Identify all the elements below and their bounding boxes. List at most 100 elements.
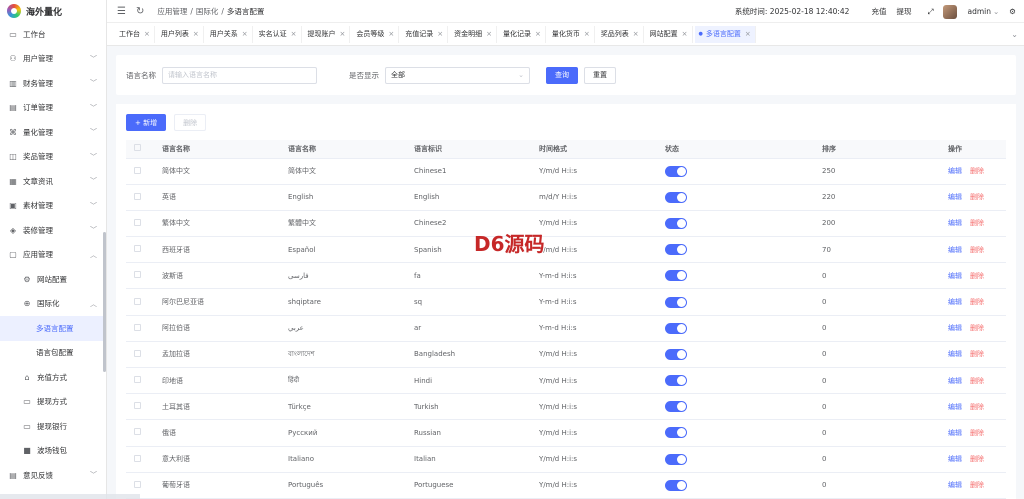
- sidebar-item[interactable]: ⌂ 充值方式: [0, 365, 106, 390]
- tab[interactable]: 网站配置 ×: [646, 25, 693, 43]
- row-checkbox[interactable]: [134, 271, 141, 279]
- tab[interactable]: 奖品列表 ×: [597, 25, 644, 43]
- delete-link[interactable]: 删除: [970, 455, 984, 463]
- close-icon[interactable]: ×: [535, 30, 541, 38]
- withdraw-link[interactable]: 提现: [896, 6, 911, 17]
- tab[interactable]: 用户列表 ×: [157, 25, 204, 43]
- sidebar-item[interactable]: ◈ 装修管理 ﹀: [0, 218, 106, 243]
- row-checkbox[interactable]: [134, 166, 141, 174]
- sidebar-item[interactable]: 语言包配置: [0, 341, 106, 366]
- status-toggle[interactable]: [665, 401, 687, 413]
- avatar[interactable]: [943, 4, 958, 19]
- breadcrumb-item[interactable]: 国际化: [196, 7, 219, 16]
- select-all-checkbox[interactable]: [134, 144, 141, 152]
- edit-link[interactable]: 编辑: [948, 455, 962, 463]
- reset-button[interactable]: 重置: [584, 66, 616, 84]
- tab[interactable]: 工作台 ×: [115, 25, 155, 43]
- edit-link[interactable]: 编辑: [948, 246, 962, 254]
- status-toggle[interactable]: [665, 191, 687, 203]
- delete-link[interactable]: 删除: [970, 403, 984, 411]
- edit-link[interactable]: 编辑: [948, 219, 962, 227]
- sidebar-item[interactable]: ◫ 奖品管理 ﹀: [0, 145, 106, 170]
- tab[interactable]: ● 多语言配置 ×: [694, 25, 756, 43]
- row-checkbox[interactable]: [134, 218, 141, 226]
- delete-link[interactable]: 删除: [970, 481, 984, 489]
- sidebar-item[interactable]: ▢ 应用管理 ︿: [0, 243, 106, 268]
- status-toggle[interactable]: [665, 322, 687, 334]
- row-checkbox[interactable]: [134, 297, 141, 305]
- tab[interactable]: 用户关系 ×: [206, 25, 253, 43]
- edit-link[interactable]: 编辑: [948, 167, 962, 175]
- edit-link[interactable]: 编辑: [948, 350, 962, 358]
- batch-delete-button[interactable]: 删除: [174, 114, 207, 131]
- edit-link[interactable]: 编辑: [948, 298, 962, 306]
- delete-link[interactable]: 删除: [970, 219, 984, 227]
- tab[interactable]: 提现账户 ×: [304, 25, 351, 43]
- edit-link[interactable]: 编辑: [948, 324, 962, 332]
- fullscreen-icon[interactable]: ⤢: [927, 7, 933, 17]
- sidebar-item[interactable]: ▭ 工作台: [0, 22, 106, 47]
- delete-link[interactable]: 删除: [970, 272, 984, 280]
- close-icon[interactable]: ×: [437, 30, 443, 38]
- row-checkbox[interactable]: [134, 349, 141, 357]
- status-toggle[interactable]: [665, 165, 687, 177]
- status-toggle[interactable]: [665, 217, 687, 229]
- close-icon[interactable]: ×: [745, 30, 751, 38]
- close-icon[interactable]: ×: [388, 30, 394, 38]
- delete-link[interactable]: 删除: [970, 429, 984, 437]
- sidebar-item[interactable]: ▦ 文章资讯 ﹀: [0, 169, 106, 194]
- sidebar-item[interactable]: ▭ 提现方式: [0, 390, 106, 415]
- status-toggle[interactable]: [665, 296, 687, 308]
- edit-link[interactable]: 编辑: [948, 272, 962, 280]
- show-filter-select[interactable]: 全部 ⌄: [385, 66, 530, 84]
- row-checkbox[interactable]: [134, 428, 141, 436]
- delete-link[interactable]: 删除: [970, 246, 984, 254]
- tab[interactable]: 量化货币 ×: [548, 25, 595, 43]
- edit-link[interactable]: 编辑: [948, 193, 962, 201]
- status-toggle[interactable]: [665, 427, 687, 439]
- name-filter-input[interactable]: 请输入语言名称: [162, 66, 317, 84]
- sidebar-item[interactable]: ▥ 财务管理 ﹀: [0, 71, 106, 96]
- status-toggle[interactable]: [665, 244, 687, 256]
- sidebar-item[interactable]: 多语言配置: [0, 316, 106, 341]
- row-checkbox[interactable]: [134, 245, 141, 253]
- delete-link[interactable]: 删除: [970, 324, 984, 332]
- sidebar-item[interactable]: ⚙ 网站配置: [0, 267, 106, 292]
- tab[interactable]: 量化记录 ×: [499, 25, 546, 43]
- close-icon[interactable]: ×: [584, 30, 590, 38]
- tab[interactable]: 会员等级 ×: [352, 25, 400, 43]
- edit-link[interactable]: 编辑: [948, 377, 962, 385]
- tab[interactable]: 充值记录 ×: [401, 25, 449, 43]
- row-checkbox[interactable]: [134, 192, 141, 200]
- sidebar-item[interactable]: ⌘ 量化管理 ﹀: [0, 120, 106, 145]
- sidebar-item[interactable]: ▤ 意见反馈 ﹀: [0, 463, 106, 488]
- add-button[interactable]: + 新增: [126, 114, 167, 131]
- status-toggle[interactable]: [665, 270, 687, 282]
- status-toggle[interactable]: [665, 375, 687, 387]
- row-checkbox[interactable]: [134, 323, 141, 331]
- close-icon[interactable]: ×: [242, 30, 248, 38]
- close-icon[interactable]: ×: [682, 30, 688, 38]
- logo[interactable]: 海外量化: [0, 0, 106, 22]
- sidebar-scrollbar[interactable]: [103, 232, 106, 372]
- sidebar-item[interactable]: ⊕ 国际化 ︿: [0, 292, 106, 317]
- row-checkbox[interactable]: [134, 454, 141, 462]
- row-checkbox[interactable]: [134, 480, 141, 488]
- row-checkbox[interactable]: [134, 402, 141, 410]
- sidebar-item[interactable]: ▤ 订单管理 ﹀: [0, 96, 106, 121]
- row-checkbox[interactable]: [134, 376, 141, 384]
- status-toggle[interactable]: [665, 348, 687, 360]
- delete-link[interactable]: 删除: [970, 167, 984, 175]
- chevron-down-icon[interactable]: ⌄: [993, 7, 999, 16]
- breadcrumb-item[interactable]: 应用管理: [157, 7, 187, 16]
- recharge-link[interactable]: 充值: [871, 6, 886, 17]
- delete-link[interactable]: 删除: [970, 298, 984, 306]
- refresh-icon[interactable]: ↻: [136, 6, 144, 17]
- status-toggle[interactable]: [665, 453, 687, 465]
- settings-icon[interactable]: ⚙: [1009, 7, 1016, 16]
- search-button[interactable]: 查询: [546, 66, 578, 84]
- tab[interactable]: 资金明细 ×: [450, 25, 497, 43]
- close-icon[interactable]: ×: [486, 30, 492, 38]
- close-icon[interactable]: ×: [340, 30, 346, 38]
- username[interactable]: admin: [967, 7, 991, 16]
